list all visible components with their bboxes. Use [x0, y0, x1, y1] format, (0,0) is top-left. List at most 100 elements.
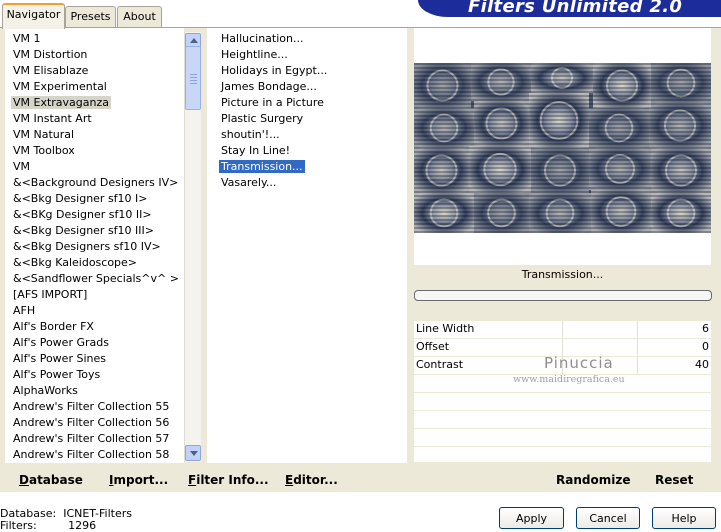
filter-item-label: Plastic Surgery — [221, 112, 304, 125]
category-item-label: VM Natural — [13, 128, 75, 141]
cancel-button[interactable]: Cancel — [576, 507, 640, 529]
category-item-label: &<Bkg Designers sf10 IV> — [13, 240, 161, 253]
category-item[interactable]: Alf's Power Toys — [5, 367, 102, 383]
preview-image — [414, 63, 711, 233]
status-filters: Filters: 1296 — [0, 519, 97, 532]
filter-item[interactable]: Hallucination... — [207, 31, 305, 47]
tab-presets[interactable]: Presets — [65, 6, 116, 27]
category-item[interactable]: &<BKg Designer sf10 II> — [5, 207, 154, 223]
category-item[interactable]: &<Bkg Designer sf10 I> — [5, 191, 150, 207]
filter-item[interactable]: Stay In Line! — [207, 143, 292, 159]
preview-filter-label: Transmission... — [521, 268, 604, 281]
category-item[interactable]: &<Bkg Designer sf10 III> — [5, 223, 156, 239]
category-item[interactable]: &<Sandflower Specials^v^ > — [5, 271, 181, 287]
param-line-width[interactable]: Line Width 6 — [414, 321, 711, 339]
filter-item-label: Vasarely... — [221, 176, 277, 189]
category-item[interactable]: VM Elisablaze — [5, 63, 90, 79]
filter-item[interactable]: Transmission... — [207, 159, 305, 175]
category-item[interactable]: Alf's Power Sines — [5, 351, 108, 367]
category-item[interactable]: VM Distortion — [5, 47, 89, 63]
category-item[interactable]: VM 1 — [5, 31, 43, 47]
filter-item[interactable]: Plastic Surgery — [207, 111, 305, 127]
filter-item[interactable]: Heightline... — [207, 47, 290, 63]
chevron-down-icon — [190, 451, 198, 456]
category-item-label: AlphaWorks — [13, 384, 78, 397]
param-empty — [414, 411, 711, 429]
grip-line — [190, 83, 197, 84]
category-item[interactable]: &<Bkg Designers sf10 IV> — [5, 239, 163, 255]
category-item[interactable]: VM Natural — [5, 127, 76, 143]
filter-item-label: Heightline... — [221, 48, 288, 61]
category-item[interactable]: [AFS IMPORT] — [5, 287, 89, 303]
preview-graphic — [414, 63, 711, 233]
category-item[interactable]: Andrew's Filter Collection 56 — [5, 415, 171, 431]
category-item-label: Alf's Power Sines — [13, 352, 106, 365]
category-item-label: VM Elisablaze — [13, 64, 89, 77]
tab-navigator[interactable]: Navigator — [2, 3, 65, 29]
category-item[interactable]: &<Background Designers IV> — [5, 175, 180, 191]
import-button[interactable]: Import... — [109, 473, 168, 487]
filter-item-label: Picture in a Picture — [221, 96, 324, 109]
category-list[interactable]: VM 1 VM Distortion VM Elisablaze VM Experim… — [5, 28, 184, 463]
param-empty — [414, 393, 711, 411]
category-item[interactable]: VM — [5, 159, 32, 175]
category-item[interactable]: VM Experimental — [5, 79, 109, 95]
category-item-label: VM Toolbox — [13, 144, 75, 157]
category-item-label: &<Background Designers IV> — [13, 176, 179, 189]
category-item-label: Andrew's Filter Collection 55 — [13, 400, 170, 413]
filter-item[interactable]: Picture in a Picture — [207, 95, 326, 111]
category-item-label: Andrew's Filter Collection 58 — [13, 448, 170, 461]
scroll-down-button[interactable] — [185, 445, 201, 461]
category-item-label: Alf's Border FX — [13, 320, 94, 333]
category-item[interactable]: Alf's Border FX — [5, 319, 96, 335]
param-value: 0 — [702, 340, 709, 353]
category-item-label: [AFS IMPORT] — [13, 288, 88, 301]
category-item[interactable]: VM Instant Art — [5, 111, 94, 127]
category-item-label: &<Bkg Kaleidoscope> — [13, 256, 138, 269]
grip-line — [190, 77, 197, 78]
category-item[interactable]: Andrew's Filter Collection 58 — [5, 447, 171, 463]
category-scrollbar[interactable] — [184, 32, 201, 462]
slider-track[interactable] — [488, 321, 708, 338]
param-label: Offset — [416, 340, 450, 353]
filter-item[interactable]: Holidays in Egypt... — [207, 63, 329, 79]
filter-item[interactable]: shoutin'!... — [207, 127, 282, 143]
reset-button[interactable]: Reset — [655, 473, 693, 487]
apply-button[interactable]: Apply — [499, 507, 564, 529]
filter-item-label: Stay In Line! — [221, 144, 291, 157]
category-item[interactable]: &<Bkg Kaleidoscope> — [5, 255, 139, 271]
filter-item[interactable]: Vasarely... — [207, 175, 278, 191]
category-item-label: AFH — [13, 304, 36, 317]
category-item[interactable]: AFH — [5, 303, 37, 319]
category-item[interactable]: Andrew's Filter Collection 55 — [5, 399, 171, 415]
randomize-button[interactable]: Randomize — [556, 473, 630, 487]
filter-item[interactable]: James Bondage... — [207, 79, 319, 95]
category-item-label: Andrew's Filter Collection 56 — [13, 416, 170, 429]
category-item-label: VM — [13, 160, 31, 173]
category-item[interactable]: VM Extravaganza — [5, 95, 112, 111]
category-item-label: VM Instant Art — [13, 112, 92, 125]
banner-title: Filters Unlimited 2.0 — [468, 0, 683, 17]
scroll-thumb[interactable] — [185, 46, 201, 110]
progress-bar — [414, 290, 712, 301]
category-item-label: &<Bkg Designer sf10 III> — [13, 224, 155, 237]
category-item-label: Alf's Power Grads — [13, 336, 109, 349]
filter-item-label: James Bondage... — [221, 80, 317, 93]
category-item[interactable]: VM Toolbox — [5, 143, 77, 159]
category-item-label: &<BKg Designer sf10 II> — [13, 208, 152, 221]
tab-about[interactable]: About — [117, 6, 162, 27]
chevron-up-icon — [190, 38, 198, 43]
filter-item-label: Hallucination... — [221, 32, 304, 45]
category-item-label: Alf's Power Toys — [13, 368, 101, 381]
grip-line — [190, 74, 197, 75]
filter-list[interactable]: Hallucination... Heightline... Holidays in… — [207, 28, 407, 463]
database-button[interactable]: Database — [19, 473, 83, 487]
category-item[interactable]: AlphaWorks — [5, 383, 80, 399]
help-button[interactable]: Help — [652, 507, 716, 529]
category-item-label: VM Experimental — [13, 80, 107, 93]
param-value: 6 — [702, 322, 709, 335]
category-item[interactable]: Andrew's Filter Collection 57 — [5, 431, 171, 447]
editor-button[interactable]: Editor... — [285, 473, 338, 487]
category-item[interactable]: Alf's Power Grads — [5, 335, 111, 351]
filter-info-button[interactable]: Filter Info... — [188, 473, 269, 487]
